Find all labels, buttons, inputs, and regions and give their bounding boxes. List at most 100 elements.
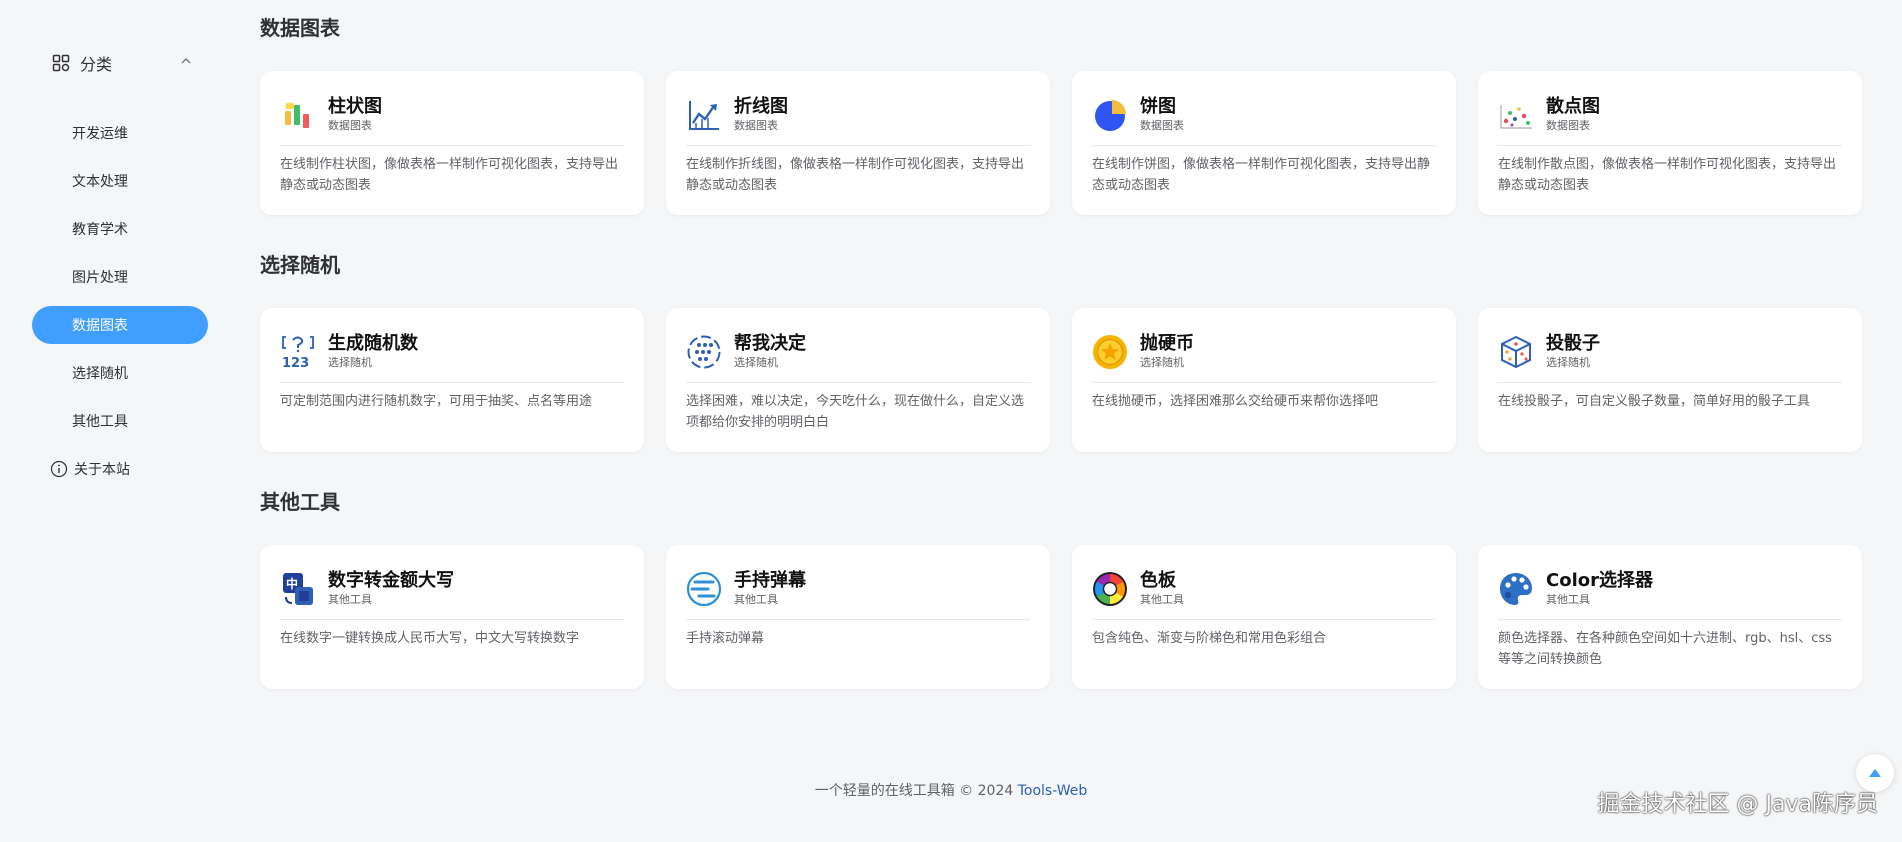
tool-category-tag: 其他工具 — [734, 593, 778, 606]
divider — [1092, 145, 1436, 146]
tool-card-random-number[interactable]: 123 生成随机数 选择随机 可定制范围内进行随机数字，可用于抽奖、点名等用途 — [260, 308, 644, 452]
tool-name: 柱状图 — [328, 96, 382, 117]
tool-name: 帮我决定 — [734, 333, 806, 354]
sidebar-item-label: 图片处理 — [72, 270, 128, 286]
tool-name: 手持弹幕 — [734, 570, 806, 591]
category-label: 分类 — [80, 55, 113, 74]
tool-card-color-board[interactable]: 色板 其他工具 包含纯色、渐变与阶梯色和常用色彩组合 — [1072, 545, 1456, 689]
tool-card-bar-chart[interactable]: 柱状图 数据图表 在线制作柱状图，像做表格一样制作可视化图表，支持导出静态或动态… — [260, 71, 644, 215]
divider — [686, 619, 1030, 620]
tool-description: 颜色选择器、在各种颜色空间如十六进制、rgb、hsl、css等等之间转换颜色 — [1498, 631, 1832, 667]
section-title-charts: 数据图表 — [260, 16, 340, 40]
divider — [1498, 145, 1842, 146]
divider — [1092, 619, 1436, 620]
tool-category-tag: 选择随机 — [1546, 356, 1590, 369]
sidebar: 分类 开发运维 文本处理 教育学术 图片处理 数据图表 选择随机 其他工具 关于… — [0, 0, 240, 842]
sidebar-item-text[interactable]: 文本处理 — [32, 162, 208, 200]
tool-name: 折线图 — [734, 96, 788, 117]
dice-icon — [1501, 335, 1531, 369]
category-toggle[interactable]: 分类 — [52, 52, 192, 74]
sidebar-item-label: 教育学术 — [72, 222, 128, 238]
back-to-top-button[interactable] — [1856, 754, 1894, 792]
sidebar-item-about[interactable]: 关于本站 — [32, 450, 208, 488]
tool-description: 在线数字一键转换成人民币大写，中文大写转换数字 — [280, 631, 580, 646]
tool-name: 数字转金额大写 — [328, 570, 454, 591]
danmaku-icon — [686, 571, 722, 607]
chevron-up-icon — [181, 58, 191, 64]
tool-card-dice[interactable]: 投骰子 选择随机 在线投骰子，可自定义骰子数量，简单好用的骰子工具 — [1478, 308, 1862, 452]
bar-chart-icon — [285, 103, 309, 128]
sidebar-item-label: 数据图表 — [72, 318, 128, 334]
divider — [1498, 619, 1842, 620]
sidebar-item-education[interactable]: 教育学术 — [32, 210, 208, 248]
sidebar-item-random[interactable]: 选择随机 — [32, 354, 208, 392]
sidebar-item-devops[interactable]: 开发运维 — [32, 114, 208, 152]
divider — [280, 145, 624, 146]
footer-brand-link[interactable]: Tools-Web — [1018, 783, 1088, 799]
tool-card-number-to-chinese[interactable]: 中 数字转金额大写 其他工具 在线数字一键转换成人民币大写，中文大写转换数字 — [260, 545, 644, 689]
tool-card-coin[interactable]: 抛硬币 选择随机 在线抛硬币，选择困难那么交给硬币来帮你选择吧 — [1072, 308, 1456, 452]
tool-category-tag: 其他工具 — [1140, 593, 1184, 606]
pie-chart-icon — [1095, 100, 1126, 131]
divider — [280, 382, 624, 383]
random-number-icon: 123 — [282, 336, 314, 370]
tool-description: 在线制作柱状图，像做表格一样制作可视化图表，支持导出静态或动态图表 — [280, 157, 619, 193]
svg-text:123: 123 — [282, 356, 309, 370]
tool-category-tag: 数据图表 — [1140, 119, 1184, 132]
divider — [1092, 382, 1436, 383]
tool-description: 在线投骰子，可自定义骰子数量，简单好用的骰子工具 — [1498, 394, 1811, 409]
decision-wheel-icon — [687, 335, 721, 369]
section-title-other: 其他工具 — [260, 490, 340, 514]
info-icon — [50, 460, 68, 478]
tool-category-tag: 其他工具 — [1546, 593, 1590, 606]
tool-card-line-chart[interactable]: 折线图 数据图表 在线制作折线图，像做表格一样制作可视化图表，支持导出静态或动态… — [666, 71, 1050, 215]
tool-name: 色板 — [1140, 570, 1176, 591]
watermark: 掘金技术社区 @ Java陈序员 — [1597, 792, 1878, 817]
tool-description: 在线制作饼图，像做表格一样制作可视化图表，支持导出静态或动态图表 — [1092, 157, 1431, 193]
tool-name: Color选择器 — [1546, 570, 1653, 591]
tool-card-scatter-chart[interactable]: 散点图 数据图表 在线制作散点图，像做表格一样制作可视化图表，支持导出静态或动态… — [1478, 71, 1862, 215]
tool-name: 投骰子 — [1546, 333, 1600, 354]
tool-description: 包含纯色、渐变与阶梯色和常用色彩组合 — [1092, 631, 1327, 646]
tool-category-tag: 数据图表 — [1546, 119, 1590, 132]
sidebar-item-label: 关于本站 — [74, 462, 130, 478]
tool-description: 在线制作折线图，像做表格一样制作可视化图表，支持导出静态或动态图表 — [686, 157, 1025, 193]
tool-description: 在线抛硬币，选择困难那么交给硬币来帮你选择吧 — [1092, 394, 1379, 409]
divider — [280, 619, 624, 620]
tool-name: 生成随机数 — [328, 333, 418, 354]
tool-category-tag: 数据图表 — [328, 119, 372, 132]
divider — [686, 145, 1030, 146]
sidebar-item-image[interactable]: 图片处理 — [32, 258, 208, 296]
tool-name: 散点图 — [1546, 96, 1600, 117]
divider — [686, 382, 1030, 383]
tool-card-danmaku[interactable]: 手持弹幕 其他工具 手持滚动弹幕 — [666, 545, 1050, 689]
chinese-number-icon: 中 — [283, 573, 313, 605]
tool-category-tag: 选择随机 — [328, 356, 372, 369]
tool-category-tag: 其他工具 — [328, 593, 372, 606]
tool-name: 饼图 — [1140, 96, 1176, 117]
grid-icon — [52, 54, 70, 72]
tool-name: 抛硬币 — [1140, 333, 1194, 354]
tool-category-tag: 数据图表 — [734, 119, 778, 132]
scatter-chart-icon — [1500, 105, 1532, 129]
color-wheel-icon — [1093, 572, 1127, 606]
tool-description: 在线制作散点图，像做表格一样制作可视化图表，支持导出静态或动态图表 — [1498, 157, 1837, 193]
tool-card-decide[interactable]: 帮我决定 选择随机 选择困难，难以决定，今天吃什么，现在做什么，自定义选项都给你… — [666, 308, 1050, 452]
sidebar-item-label: 文本处理 — [72, 174, 128, 190]
sidebar-item-label: 其他工具 — [72, 414, 128, 430]
coin-icon — [1093, 335, 1127, 369]
tool-description: 手持滚动弹幕 — [686, 631, 765, 646]
tool-card-pie-chart[interactable]: 饼图 数据图表 在线制作饼图，像做表格一样制作可视化图表，支持导出静态或动态图表 — [1072, 71, 1456, 215]
section-title-random: 选择随机 — [260, 253, 340, 277]
sidebar-item-label: 开发运维 — [72, 126, 128, 142]
sidebar-item-charts[interactable]: 数据图表 — [32, 306, 208, 344]
tool-card-color-picker[interactable]: Color选择器 其他工具 颜色选择器、在各种颜色空间如十六进制、rgb、hsl… — [1478, 545, 1862, 689]
sidebar-item-label: 选择随机 — [72, 366, 128, 382]
tool-category-tag: 选择随机 — [734, 356, 778, 369]
tool-description: 选择困难，难以决定，今天吃什么，现在做什么，自定义选项都给你安排的明明白白 — [686, 394, 1025, 430]
footer-text: 一个轻量的在线工具箱 © 2024 — [814, 783, 1018, 799]
sidebar-nav: 开发运维 文本处理 教育学术 图片处理 数据图表 选择随机 其他工具 关于本站 — [32, 114, 208, 498]
line-chart-icon — [689, 101, 719, 130]
sidebar-item-other[interactable]: 其他工具 — [32, 402, 208, 440]
palette-icon — [1500, 573, 1532, 605]
